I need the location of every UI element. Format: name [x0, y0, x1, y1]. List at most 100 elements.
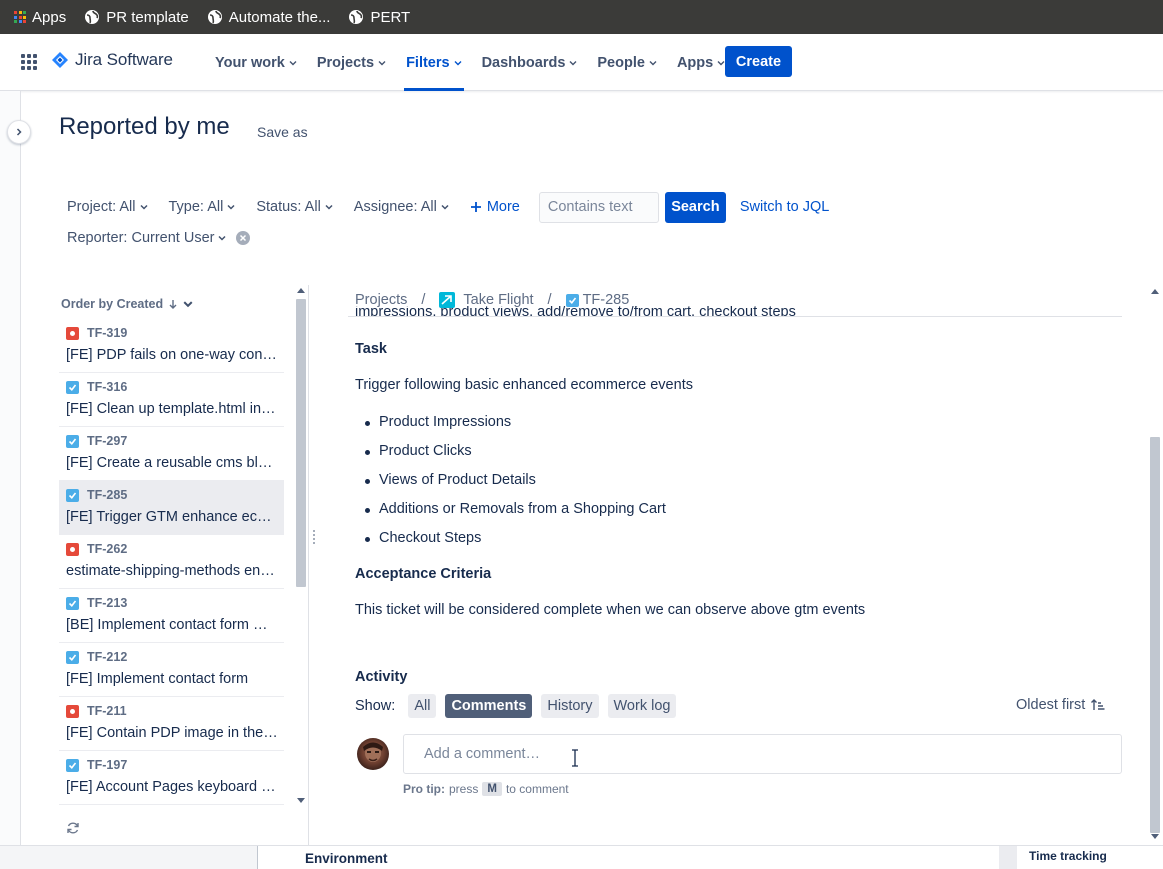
list-item: Checkout Steps: [365, 530, 666, 559]
nav-your-work[interactable]: Your work: [215, 34, 297, 91]
chevron-down-icon: [717, 60, 725, 65]
environment-label: Environment: [305, 851, 388, 866]
filter-label: Status: All: [256, 199, 321, 215]
list-item[interactable]: TF-211 [FE] Contain PDP image in the …: [59, 697, 284, 751]
chevron-right-icon: [16, 128, 22, 136]
bug-icon: [66, 326, 79, 340]
acceptance-criteria-heading: Acceptance Criteria: [355, 566, 492, 582]
status-filter[interactable]: Status: All: [256, 199, 333, 215]
list-item[interactable]: TF-297 [FE] Create a reusable cms bloc…: [59, 427, 284, 481]
tab-comments[interactable]: Comments: [445, 694, 533, 718]
page-title: Reported by me: [59, 113, 230, 140]
list-item[interactable]: TF-213 [BE] Implement contact form m…: [59, 589, 284, 643]
app-switcher-icon[interactable]: [21, 54, 37, 70]
tab-work-log[interactable]: Work log: [607, 694, 677, 718]
create-button[interactable]: Create: [725, 46, 792, 77]
underlying-page: Environment Time tracking: [0, 845, 1163, 869]
issue-key: TF-213: [87, 596, 128, 610]
issue-key: TF-197: [87, 758, 128, 772]
arrow-down-icon: [169, 300, 177, 309]
time-tracking-label: Time tracking: [1029, 849, 1107, 863]
task-check-icon: [66, 434, 79, 448]
search-input[interactable]: Contains text: [538, 191, 659, 223]
description-scrolled-line: impressions, product views, add/remove t…: [355, 306, 1115, 316]
nav-people[interactable]: People: [597, 34, 657, 91]
chevron-down-icon: [454, 60, 462, 65]
refresh-icon[interactable]: [66, 821, 80, 835]
chevron-down-icon: [183, 301, 193, 308]
bookmark-pr-template[interactable]: PR template: [84, 9, 189, 26]
issue-key: TF-319: [87, 326, 128, 340]
nav-filters[interactable]: Filters: [404, 34, 464, 91]
bookmark-pert[interactable]: PERT: [348, 9, 410, 26]
acceptance-criteria-text: This ticket will be considered complete …: [355, 602, 866, 618]
order-by-control[interactable]: Order by Created: [61, 297, 193, 311]
task-check-icon: [565, 293, 579, 307]
header-divider: [348, 316, 1122, 317]
filter-bar: Project: All Type: All Status: All Assig…: [67, 191, 829, 223]
protip-tail: to comment: [505, 782, 569, 796]
tab-history[interactable]: History: [541, 694, 599, 718]
chevron-down-icon: [378, 60, 386, 65]
list-item[interactable]: TF-197 [FE] Account Pages keyboard n…: [59, 751, 284, 805]
bookmark-label: Automate the...: [228, 8, 331, 26]
nav-apps[interactable]: Apps: [677, 34, 725, 91]
nav-label: Apps: [676, 54, 714, 71]
globe-icon: [207, 10, 222, 24]
type-filter[interactable]: Type: All: [169, 199, 236, 215]
bookmark-automate[interactable]: Automate the...: [207, 8, 331, 26]
scroll-up-icon[interactable]: [1151, 288, 1159, 294]
list-item[interactable]: TF-319 [FE] PDP fails on one-way confi…: [59, 319, 284, 373]
comment-input[interactable]: Add a comment…: [403, 734, 1122, 774]
switch-to-jql-link[interactable]: Switch to JQL: [740, 199, 829, 215]
chevron-down-icon: [289, 60, 297, 65]
underlying-scrollbar: [999, 846, 1017, 869]
tab-all[interactable]: All: [408, 694, 437, 718]
list-item-selected[interactable]: TF-285 [FE] Trigger GTM enhance eco…: [59, 481, 284, 535]
chevron-down-icon: [139, 204, 148, 210]
protip-label: Pro tip:: [403, 782, 445, 796]
chevron-down-icon: [569, 60, 577, 65]
pro-tip: Pro tip: press M to comment: [403, 782, 569, 796]
scroll-down-icon[interactable]: [1151, 834, 1159, 840]
nav-label: Your work: [215, 54, 285, 71]
nav-dashboards[interactable]: Dashboards: [482, 34, 578, 91]
more-label: More: [486, 199, 520, 215]
filter-label: Project: All: [67, 199, 136, 215]
clear-filter-icon[interactable]: [236, 231, 251, 245]
list-item: Additions or Removals from a Shopping Ca…: [365, 501, 666, 530]
list-item: Views of Product Details: [365, 472, 666, 501]
activity-heading: Activity: [355, 669, 408, 685]
search-button[interactable]: Search: [664, 191, 726, 223]
project-filter[interactable]: Project: All: [67, 199, 148, 215]
jira-logo[interactable]: Jira Software: [51, 50, 173, 70]
issue-summary: [FE] Contain PDP image in the …: [66, 725, 278, 741]
issue-key: TF-212: [87, 650, 128, 664]
bookmark-apps[interactable]: Apps: [14, 9, 66, 26]
list-item[interactable]: TF-212 [FE] Implement contact form: [59, 643, 284, 697]
nav-menu: Your work Projects Filters Dashboards Pe…: [215, 34, 745, 91]
nav-projects[interactable]: Projects: [317, 34, 386, 91]
issue-summary: estimate-shipping-methods en…: [66, 563, 275, 579]
issue-key: TF-262: [87, 542, 128, 556]
bug-icon: [66, 542, 79, 556]
expand-sidebar-button[interactable]: [7, 120, 31, 144]
list-scroll-thumb[interactable]: [296, 299, 306, 587]
resize-handle[interactable]: [313, 530, 316, 544]
save-as-button[interactable]: Save as: [257, 124, 308, 140]
reporter-filter[interactable]: Reporter: Current User: [67, 230, 251, 246]
list-item[interactable]: TF-262 estimate-shipping-methods en…: [59, 535, 284, 589]
protip-press: press: [449, 782, 479, 796]
text-cursor-icon: [572, 749, 578, 767]
more-filters-button[interactable]: More: [470, 199, 520, 215]
scroll-up-icon[interactable]: [297, 287, 305, 293]
list-item[interactable]: TF-316 [FE] Clean up template.html in …: [59, 373, 284, 427]
top-navigation: Jira Software Your work Projects Filters…: [0, 34, 1163, 91]
sort-order-button[interactable]: Oldest first: [1016, 697, 1105, 713]
detail-scroll-thumb[interactable]: [1150, 437, 1160, 833]
chevron-down-icon: [325, 204, 333, 210]
bookmark-label: PERT: [370, 8, 411, 26]
scroll-down-icon[interactable]: [297, 798, 305, 804]
issue-summary: [FE] Clean up template.html in …: [66, 401, 278, 417]
assignee-filter[interactable]: Assignee: All: [354, 199, 449, 215]
